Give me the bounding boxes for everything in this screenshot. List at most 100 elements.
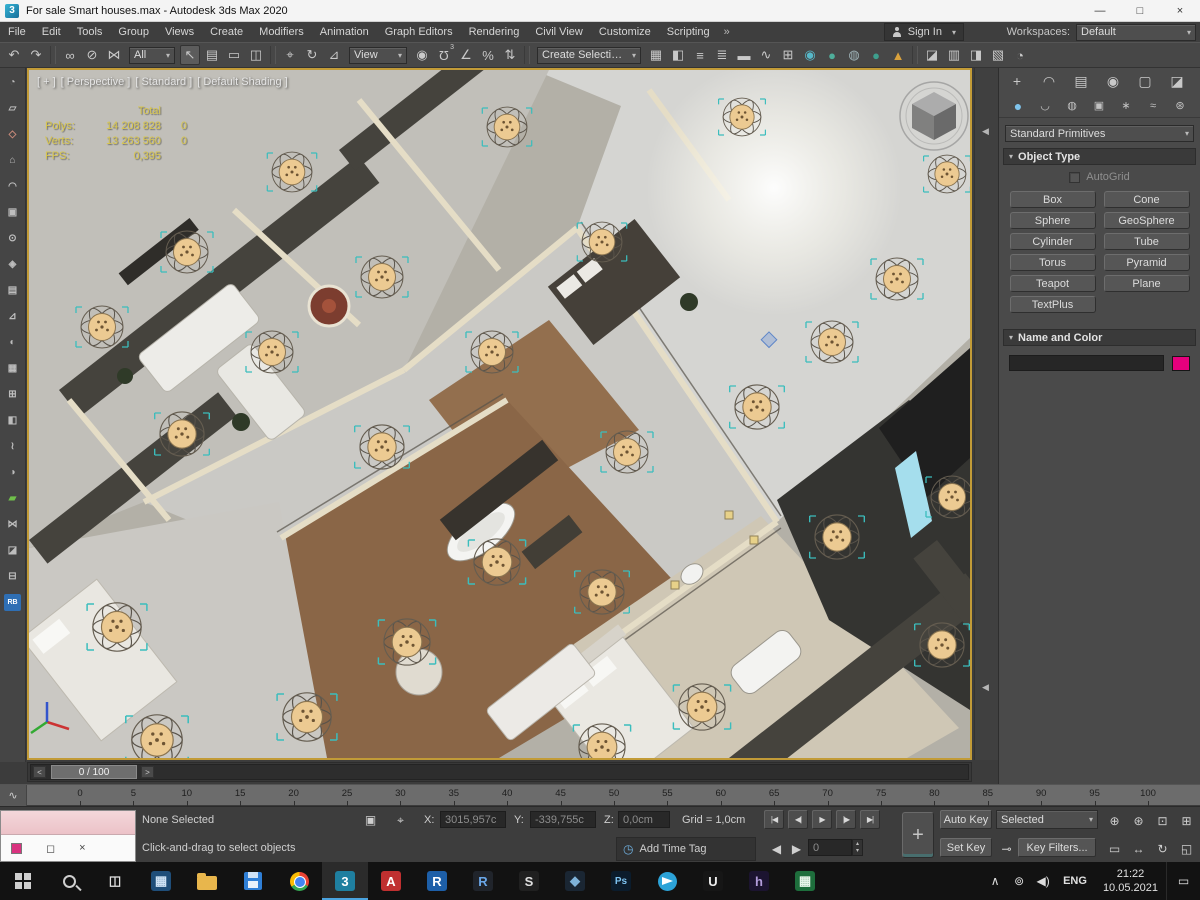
isolate-selection-icon[interactable]: ◪ xyxy=(922,45,942,65)
left-toolbar-icon-1[interactable]: ◔ xyxy=(4,74,21,91)
next-key-icon[interactable]: ▶ xyxy=(786,839,807,859)
sign-in-button[interactable]: Sign In ▾ xyxy=(883,23,964,41)
spinner-down-icon[interactable]: ▾ xyxy=(856,848,859,855)
primitive-torus-button[interactable]: Torus xyxy=(1009,254,1096,271)
tab-display-icon[interactable]: ▢ xyxy=(1135,71,1155,91)
frame-step-forward-icon[interactable]: > xyxy=(141,766,154,778)
menu-tools[interactable]: Tools xyxy=(69,22,111,42)
next-frame-button[interactable]: |▶ xyxy=(836,810,856,829)
network-icon[interactable]: ⊚ xyxy=(1007,874,1031,888)
curve-editor-icon[interactable]: ∿ xyxy=(756,45,776,65)
select-by-name-icon[interactable]: ▤ xyxy=(202,45,222,65)
window-crossing-icon[interactable]: ◫ xyxy=(246,45,266,65)
menu-overflow-icon[interactable]: » xyxy=(718,26,736,38)
mini-listener-window[interactable]: ◻ × xyxy=(0,810,136,862)
media-app[interactable]: ◆ xyxy=(552,862,598,900)
scene-explorer-icon[interactable]: ▧ xyxy=(988,45,1008,65)
left-toolbar-icon-6[interactable]: ▣ xyxy=(4,204,21,221)
tray-expand-icon[interactable]: ∧ xyxy=(983,874,1007,888)
track-bar[interactable]: 0 5 10 15 20 25 30 35 40 45 50 55 60 65 70 75 80 85 90 95 10… xyxy=(0,784,1200,806)
primitive-textplus-button[interactable]: TextPlus xyxy=(1009,296,1096,313)
render-setup-icon[interactable]: ● xyxy=(822,45,842,65)
menu-edit[interactable]: Edit xyxy=(34,22,69,42)
tab-modify-icon[interactable]: ◠ xyxy=(1039,71,1059,91)
left-toolbar-icon-17[interactable]: ▰ xyxy=(4,490,21,507)
category-systems-icon[interactable]: ⊛ xyxy=(1171,97,1189,115)
viewport-scene[interactable] xyxy=(29,70,970,758)
task-view-button[interactable]: ◫ xyxy=(92,862,138,900)
maximize-viewport-icon[interactable]: ◱ xyxy=(1176,839,1197,859)
category-lights-icon[interactable]: ◍ xyxy=(1063,97,1081,115)
menu-rendering[interactable]: Rendering xyxy=(461,22,528,42)
left-toolbar-icon-4[interactable]: ⌂ xyxy=(4,152,21,169)
zoom-region-icon[interactable]: ▭ xyxy=(1104,839,1125,859)
pan-icon[interactable]: ↔ xyxy=(1128,839,1149,859)
object-type-rollout[interactable]: ▾ Object Type xyxy=(1003,148,1196,165)
primitive-plane-button[interactable]: Plane xyxy=(1103,275,1190,292)
spinner-up-icon[interactable]: ▴ xyxy=(856,841,859,848)
z-coordinate-field[interactable]: 0,0cm xyxy=(618,811,670,828)
spinner-snap-icon[interactable]: ⇅ xyxy=(500,45,520,65)
redo-icon[interactable]: ↷ xyxy=(26,45,46,65)
absolute-offset-toggle-icon[interactable]: ⌖ xyxy=(390,810,411,830)
go-to-start-button[interactable]: |◀ xyxy=(764,810,784,829)
key-filters-icon[interactable]: ⊸ xyxy=(996,839,1017,859)
display-filter-icon[interactable]: ▥ xyxy=(944,45,964,65)
left-toolbar-icon-9[interactable]: ▤ xyxy=(4,282,21,299)
minimize-icon[interactable]: — xyxy=(1080,0,1120,22)
spreadsheet-app[interactable]: ▦ xyxy=(782,862,828,900)
ribbon-toggle-icon[interactable]: ▬ xyxy=(734,45,754,65)
viewport-shading-menu[interactable]: [ Default Shading ] xyxy=(197,76,288,88)
zoom-extents-icon[interactable]: ⊡ xyxy=(1152,811,1173,831)
use-pivot-center-icon[interactable]: ◉ xyxy=(412,45,432,65)
render-production-icon[interactable]: ● xyxy=(866,45,886,65)
menu-group[interactable]: Group xyxy=(110,22,157,42)
clock[interactable]: 21:22 10.05.2021 xyxy=(1095,867,1166,896)
maximize-icon[interactable]: □ xyxy=(1120,0,1160,22)
menu-views[interactable]: Views xyxy=(157,22,202,42)
left-toolbar-icon-18[interactable]: ⋈ xyxy=(4,516,21,533)
language-indicator[interactable]: ENG xyxy=(1055,875,1095,887)
menu-scripting[interactable]: Scripting xyxy=(659,22,718,42)
frame-number-field[interactable]: 0 xyxy=(808,839,852,856)
object-color-swatch[interactable] xyxy=(1172,355,1190,371)
search-button[interactable] xyxy=(46,862,92,900)
macro-recorder-strip[interactable] xyxy=(1,811,135,835)
frame-step-back-icon[interactable]: < xyxy=(33,766,46,778)
unlink-selection-icon[interactable]: ⊘ xyxy=(82,45,102,65)
primitive-geosphere-button[interactable]: GeoSphere xyxy=(1103,212,1190,229)
selection-filter-dropdown[interactable]: All ▾ xyxy=(129,46,175,64)
photoshop-app[interactable]: Ps xyxy=(598,862,644,900)
zoom-all-icon[interactable]: ⊛ xyxy=(1128,811,1149,831)
mirror-icon[interactable]: ◧ xyxy=(668,45,688,65)
play-button[interactable]: ▶ xyxy=(812,810,832,829)
left-toolbar-icon-15[interactable]: ≀ xyxy=(4,438,21,455)
align-icon[interactable]: ≡ xyxy=(690,45,710,65)
category-geometry-icon[interactable]: ● xyxy=(1009,97,1027,115)
left-toolbar-icon-16[interactable]: ◑ xyxy=(4,464,21,481)
set-key-button[interactable]: Set Key xyxy=(940,838,992,857)
primitive-box-button[interactable]: Box xyxy=(1009,191,1096,208)
set-keys-big-button[interactable]: + xyxy=(902,812,934,858)
restore-icon[interactable]: ◻ xyxy=(46,842,55,855)
undo-icon[interactable]: ↶ xyxy=(4,45,24,65)
primitive-pyramid-button[interactable]: Pyramid xyxy=(1103,254,1190,271)
left-toolbar-icon-10[interactable]: ⊿ xyxy=(4,308,21,325)
left-toolbar-icon-14[interactable]: ◧ xyxy=(4,412,21,429)
menu-modifiers[interactable]: Modifiers xyxy=(251,22,312,42)
rectangular-selection-region-icon[interactable]: ▭ xyxy=(224,45,244,65)
select-and-move-icon[interactable]: ⌖ xyxy=(280,45,300,65)
zoom-icon[interactable]: ⊕ xyxy=(1104,811,1125,831)
backup-app[interactable] xyxy=(230,862,276,900)
file-explorer-app[interactable] xyxy=(184,862,230,900)
rendered-frame-icon[interactable]: ◍ xyxy=(844,45,864,65)
collapse-arrow-icon[interactable]: ◀ xyxy=(982,682,989,693)
tab-hierarchy-icon[interactable]: ▤ xyxy=(1071,71,1091,91)
calculator-app[interactable]: ▦ xyxy=(138,862,184,900)
menu-civil-view[interactable]: Civil View xyxy=(527,22,590,42)
y-coordinate-field[interactable]: -339,755c xyxy=(530,811,596,828)
adobe-app[interactable]: A xyxy=(368,862,414,900)
select-and-scale-icon[interactable]: ⊿ xyxy=(324,45,344,65)
warning-icon[interactable]: ▲ xyxy=(888,45,908,65)
viewport-pov-menu[interactable]: [ Perspective ] xyxy=(61,76,131,88)
